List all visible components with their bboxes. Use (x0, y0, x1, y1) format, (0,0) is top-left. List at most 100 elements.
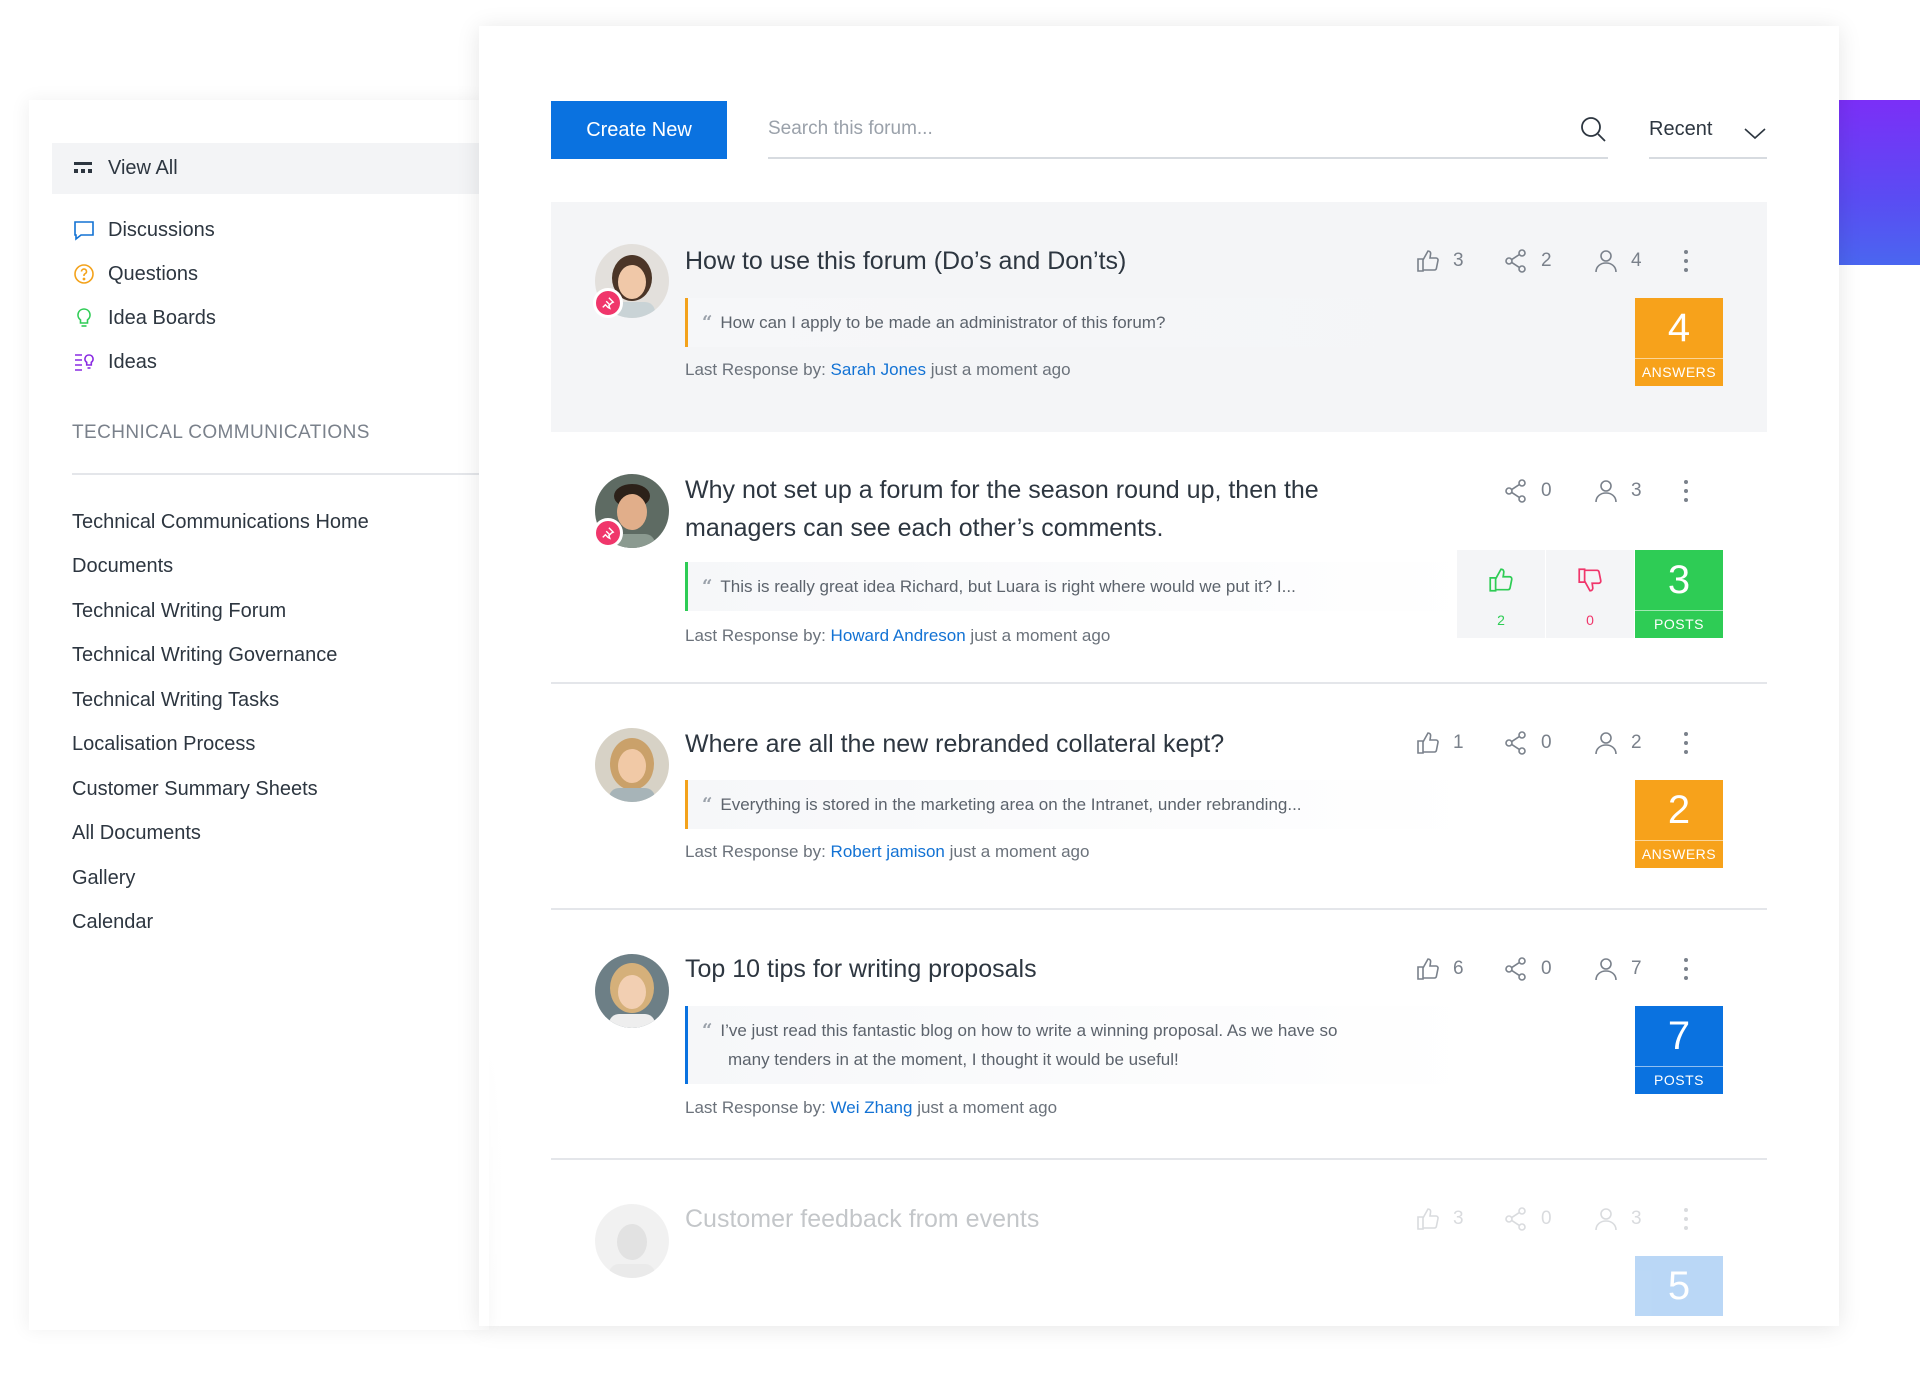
user-icon (1595, 732, 1617, 755)
search-input[interactable] (768, 111, 1548, 147)
sidebar-link[interactable]: Technical Writing Tasks (72, 678, 369, 723)
sidebar-item-label: Discussions (108, 218, 215, 241)
grid-icon (74, 161, 92, 173)
sidebar-item-label: Ideas (108, 350, 157, 373)
posts-badge[interactable]: 7 POSTS (1635, 1006, 1723, 1094)
ideas-list-icon (75, 354, 94, 371)
author-link[interactable]: Howard Andreson (831, 626, 966, 645)
share-count[interactable]: 0 (1503, 730, 1552, 756)
share-count[interactable]: 0 (1503, 478, 1552, 504)
thumbs-up-icon (1489, 568, 1513, 592)
user-icon (1595, 958, 1617, 981)
post-quote: “This is really great idea Richard, but … (685, 562, 1475, 611)
sort-dropdown[interactable]: Recent (1649, 101, 1767, 159)
more-vertical-icon[interactable] (1681, 477, 1691, 505)
sidebar-link[interactable]: Customer Summary Sheets (72, 767, 369, 812)
share-count[interactable]: 2 (1503, 248, 1552, 274)
sidebar-divider (72, 473, 489, 475)
avatar (595, 728, 669, 802)
forum-post[interactable]: Customer feedback from events 3 0 3 5 (551, 1160, 1767, 1320)
forum-post[interactable]: Top 10 tips for writing proposals 6 0 7 … (551, 910, 1767, 1160)
posts-badge[interactable]: 5 (1635, 1256, 1723, 1316)
search-icon[interactable] (1578, 114, 1608, 144)
follower-count[interactable]: 3 (1593, 478, 1642, 504)
pin-icon (593, 288, 623, 318)
author-link[interactable]: Wei Zhang (831, 1098, 913, 1117)
sidebar-item-discussions[interactable]: Discussions (72, 208, 216, 252)
quote-mark-icon: “ (702, 576, 713, 597)
sidebar-nav: Discussions Questions Idea Boards Ideas (72, 208, 216, 384)
last-response: Last Response by: Wei Zhang just a momen… (685, 1098, 1058, 1117)
downvote-count: 0 (1586, 612, 1594, 628)
forum-post[interactable]: Why not set up a forum for the season ro… (551, 432, 1767, 684)
avatar (595, 954, 669, 1028)
author-link[interactable]: Robert jamison (831, 842, 945, 861)
user-icon (1595, 1208, 1617, 1231)
sidebar-view-all-label: View All (108, 157, 178, 179)
more-vertical-icon[interactable] (1681, 247, 1691, 275)
downvote-button[interactable]: 0 (1546, 550, 1634, 638)
lightbulb-icon (77, 308, 91, 327)
more-vertical-icon[interactable] (1681, 1205, 1691, 1233)
last-response: Last Response by: Howard Andreson just a… (685, 626, 1111, 645)
user-icon (1595, 250, 1617, 273)
sidebar-item-idea-boards[interactable]: Idea Boards (72, 296, 216, 340)
follower-count[interactable]: 2 (1593, 730, 1642, 756)
like-count[interactable]: 3 (1415, 1206, 1464, 1232)
decorative-accent-strip (1838, 100, 1920, 265)
sidebar-link[interactable]: All Documents (72, 812, 369, 857)
post-title[interactable]: Why not set up a forum for the season ro… (685, 471, 1319, 547)
post-title[interactable]: Where are all the new rebranded collater… (685, 725, 1224, 763)
last-response: Last Response by: Robert jamison just a … (685, 842, 1090, 861)
chat-bubble-icon (74, 221, 94, 241)
post-title[interactable]: Customer feedback from events (685, 1200, 1039, 1238)
thumbs-up-icon (1417, 250, 1439, 272)
follower-count[interactable]: 4 (1593, 248, 1642, 274)
create-new-button[interactable]: Create New (551, 101, 727, 159)
share-count[interactable]: 0 (1503, 1206, 1552, 1232)
sidebar-link[interactable]: Technical Writing Forum (72, 589, 369, 634)
sidebar-item-label: Questions (108, 262, 199, 285)
sidebar-link[interactable]: Technical Communications Home (72, 500, 369, 545)
upvote-button[interactable]: 2 (1457, 550, 1545, 638)
posts-badge[interactable]: 3 POSTS (1635, 550, 1723, 638)
share-icon (1505, 957, 1526, 981)
forum-post[interactable]: How to use this forum (Do’s and Don’ts) … (551, 202, 1767, 432)
sidebar-item-ideas[interactable]: Ideas (72, 340, 216, 384)
sidebar-link[interactable]: Documents (72, 545, 369, 590)
forum-post[interactable]: Where are all the new rebranded collater… (551, 684, 1767, 910)
quote-mark-icon: “ (702, 1020, 713, 1041)
sidebar-link[interactable]: Localisation Process (72, 723, 369, 768)
follower-count[interactable]: 3 (1593, 1206, 1642, 1232)
post-title[interactable]: How to use this forum (Do’s and Don’ts) (685, 242, 1126, 280)
quote-mark-icon: “ (702, 312, 713, 333)
more-vertical-icon[interactable] (1681, 729, 1691, 757)
quote-mark-icon: “ (702, 794, 713, 815)
author-link[interactable]: Sarah Jones (831, 360, 926, 379)
answers-badge[interactable]: 2 ANSWERS (1635, 780, 1723, 868)
answers-badge[interactable]: 4 ANSWERS (1635, 298, 1723, 386)
follower-count[interactable]: 7 (1593, 956, 1642, 982)
sidebar-link[interactable]: Calendar (72, 901, 369, 946)
sidebar: View All Discussions Questions Idea Boar… (29, 100, 489, 1330)
like-count[interactable]: 3 (1415, 248, 1464, 274)
sidebar-links: Technical Communications Home Documents … (72, 500, 369, 945)
sidebar-link[interactable]: Gallery (72, 856, 369, 901)
share-count[interactable]: 0 (1503, 956, 1552, 982)
thumbs-down-icon (1578, 568, 1602, 592)
sidebar-view-all[interactable]: View All (52, 143, 489, 194)
like-count[interactable]: 6 (1415, 956, 1464, 982)
last-response: Last Response by: Sarah Jones just a mom… (685, 360, 1071, 379)
sidebar-item-questions[interactable]: Questions (72, 252, 216, 296)
post-quote: “Everything is stored in the marketing a… (685, 780, 1475, 829)
like-count[interactable]: 1 (1415, 730, 1464, 756)
avatar (595, 1204, 669, 1278)
sidebar-link[interactable]: Technical Writing Governance (72, 634, 369, 679)
post-quote: “I’ve just read this fantastic blog on h… (685, 1006, 1475, 1084)
post-title[interactable]: Top 10 tips for writing proposals (685, 950, 1037, 988)
share-icon (1505, 479, 1526, 503)
upvote-count: 2 (1497, 612, 1505, 628)
more-vertical-icon[interactable] (1681, 955, 1691, 983)
sidebar-item-label: Idea Boards (108, 306, 216, 329)
thumbs-up-icon (1417, 1208, 1439, 1230)
